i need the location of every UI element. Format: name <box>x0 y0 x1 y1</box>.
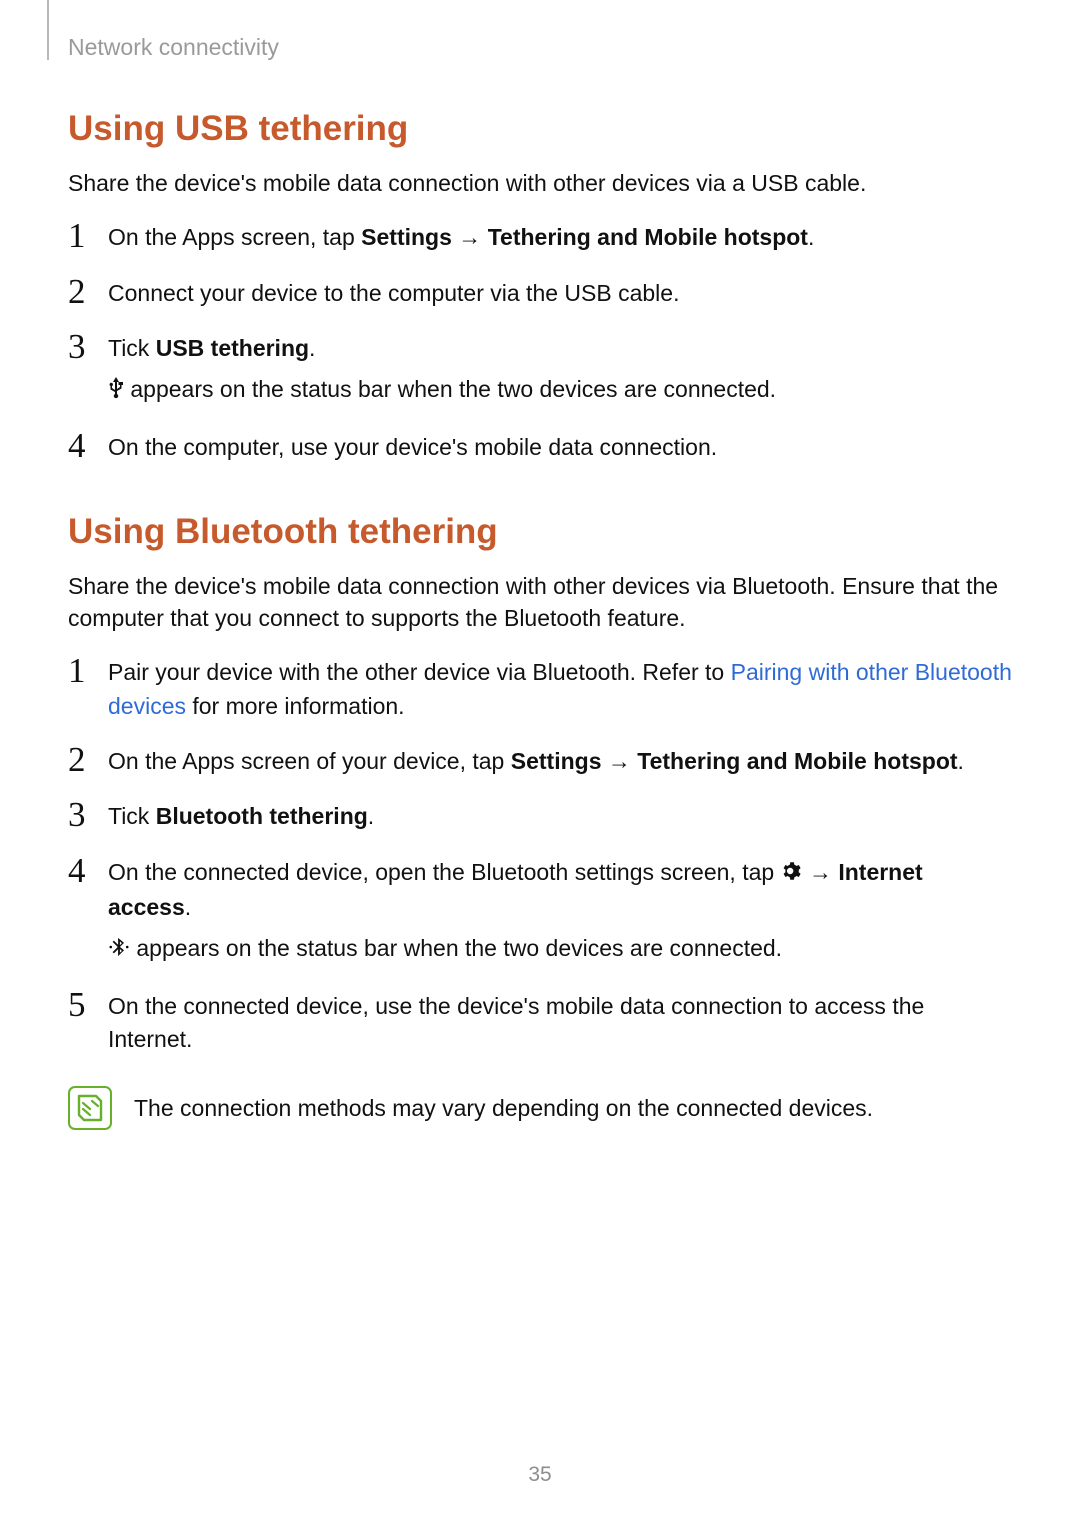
side-rule <box>47 0 49 60</box>
bold-settings: Settings <box>511 748 602 774</box>
step-text: On the Apps screen of your device, tap S… <box>108 748 964 774</box>
bt-steps: 1 Pair your device with the other device… <box>68 656 1012 1056</box>
text: Tick <box>108 335 156 361</box>
bold-settings: Settings <box>361 224 452 250</box>
arrow: → <box>601 748 637 774</box>
step-number: 1 <box>68 211 98 262</box>
note-text: The connection methods may vary dependin… <box>134 1092 873 1124</box>
step-text: On the Apps screen, tap Settings → Tethe… <box>108 224 814 250</box>
bluetooth-tether-icon <box>108 934 130 967</box>
bold-bt-tethering: Bluetooth tethering <box>156 803 368 829</box>
step-text: Connect your device to the computer via … <box>108 280 679 306</box>
arrow: → <box>803 859 839 885</box>
text: appears on the status bar when the two d… <box>130 376 776 402</box>
usb-step-1: 1 On the Apps screen, tap Settings → Tet… <box>68 221 1012 254</box>
bt-step-1: 1 Pair your device with the other device… <box>68 656 1012 723</box>
bt-step-3: 3 Tick Bluetooth tethering. <box>68 800 1012 833</box>
step-text: On the computer, use your device's mobil… <box>108 434 717 460</box>
step-number: 4 <box>68 421 98 472</box>
step-number: 4 <box>68 846 98 897</box>
text: On the Apps screen, tap <box>108 224 361 250</box>
text: On the connected device, open the Blueto… <box>108 859 781 885</box>
usb-step-2: 2 Connect your device to the computer vi… <box>68 277 1012 310</box>
bold-tethering: Tethering and Mobile hotspot <box>488 224 808 250</box>
page-content: Network connectivity Using USB tethering… <box>0 0 1080 1130</box>
step-number: 2 <box>68 267 98 318</box>
text: appears on the status bar when the two d… <box>136 935 782 961</box>
bt-step-4-sub: appears on the status bar when the two d… <box>108 932 1012 967</box>
text: . <box>309 335 315 361</box>
step-text: Tick USB tethering. <box>108 335 315 361</box>
text: for more information. <box>186 693 405 719</box>
usb-step-3: 3 Tick USB tethering. appears on the sta… <box>68 332 1012 409</box>
heading-usb-tethering: Using USB tethering <box>68 109 1012 149</box>
step-text: Tick Bluetooth tethering. <box>108 803 374 829</box>
step-text: On the connected device, open the Blueto… <box>108 859 923 920</box>
step-number: 1 <box>68 646 98 697</box>
usb-icon <box>108 375 124 408</box>
arrow: → <box>452 224 488 250</box>
step-number: 2 <box>68 735 98 786</box>
step-text: On the connected device, use the device'… <box>108 993 924 1052</box>
text: . <box>808 224 814 250</box>
text: . <box>185 894 191 920</box>
text: . <box>958 748 964 774</box>
bt-step-5: 5 On the connected device, use the devic… <box>68 990 1012 1057</box>
note: The connection methods may vary dependin… <box>68 1086 1012 1130</box>
text: On the Apps screen of your device, tap <box>108 748 511 774</box>
step-number: 3 <box>68 322 98 373</box>
page-number: 35 <box>0 1463 1080 1487</box>
bold-usb-tethering: USB tethering <box>156 335 309 361</box>
text: Tick <box>108 803 156 829</box>
gear-icon <box>781 858 803 891</box>
text: Pair your device with the other device v… <box>108 659 731 685</box>
step-number: 3 <box>68 790 98 841</box>
bt-step-2: 2 On the Apps screen of your device, tap… <box>68 745 1012 778</box>
note-icon <box>68 1086 112 1130</box>
usb-steps: 1 On the Apps screen, tap Settings → Tet… <box>68 221 1012 464</box>
heading-bt-tethering: Using Bluetooth tethering <box>68 512 1012 552</box>
text: . <box>368 803 374 829</box>
bt-intro: Share the device's mobile data connectio… <box>68 570 1012 634</box>
usb-step-3-sub: appears on the status bar when the two d… <box>108 373 1012 408</box>
usb-intro: Share the device's mobile data connectio… <box>68 167 1012 199</box>
breadcrumb: Network connectivity <box>68 34 1012 61</box>
step-text: Pair your device with the other device v… <box>108 659 1012 718</box>
bold-tethering: Tethering and Mobile hotspot <box>637 748 957 774</box>
usb-step-4: 4 On the computer, use your device's mob… <box>68 431 1012 464</box>
bt-step-4: 4 On the connected device, open the Blue… <box>68 856 1012 968</box>
step-number: 5 <box>68 980 98 1031</box>
